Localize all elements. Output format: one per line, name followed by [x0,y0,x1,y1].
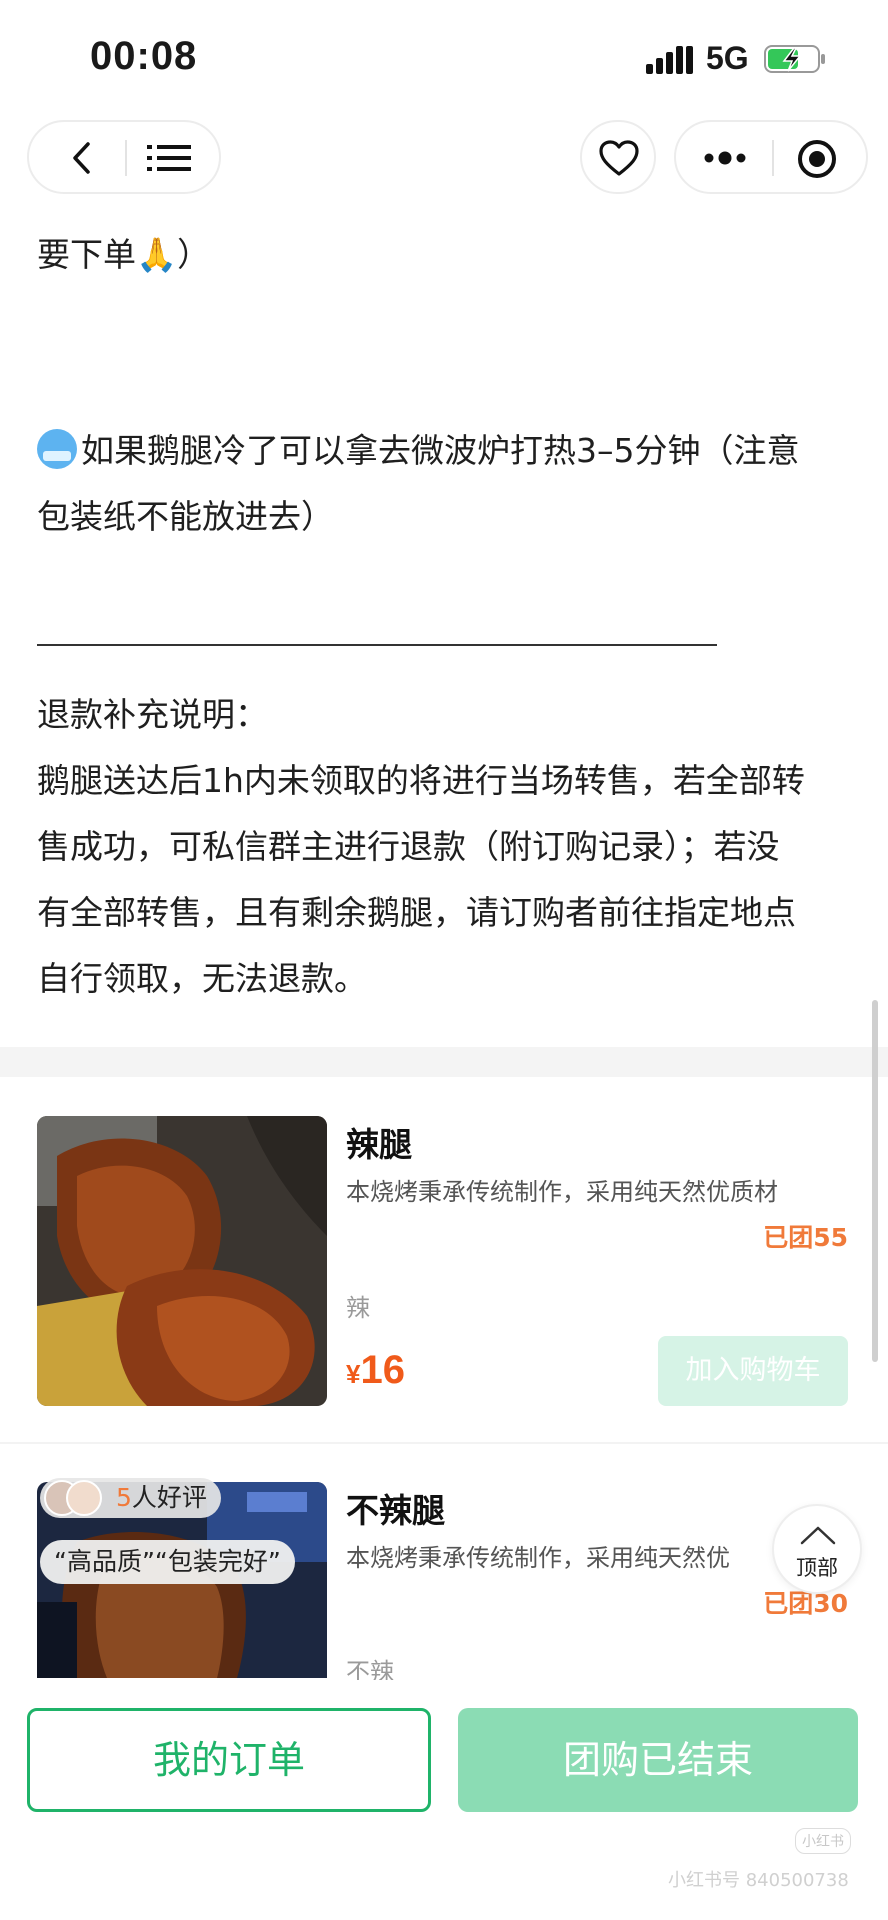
status-time: 00:08 [90,34,198,78]
battery-charging-icon [764,45,825,73]
scrollbar[interactable] [872,1000,878,1362]
product-description: 本烧烤秉承传统制作，采用纯天然优质材 [346,1178,778,1206]
currency-symbol: ¥ [346,1359,361,1389]
card-divider [0,1442,888,1444]
capsule-divider [125,140,127,176]
back-arrow-icon[interactable] [65,140,101,176]
product-image[interactable] [37,1116,327,1406]
cellular-signal-icon [646,46,693,74]
nav-capsule-right [674,120,868,194]
product-price: ¥16 [346,1348,405,1393]
reheat-note-line1: 如果鹅腿冷了可以拿去微波炉打热3–5分钟（注意 [81,431,800,470]
price-value: 16 [360,1348,405,1392]
group-buy-ended-button[interactable]: 团购已结束 [458,1708,858,1812]
close-miniprogram-icon[interactable] [796,138,838,180]
chevron-up-icon [800,1526,836,1545]
reheat-note-line2: 包装纸不能放进去） [37,497,334,536]
refund-line: 售成功，可私信群主进行退款（附订购记录）；若没 [37,827,780,866]
review-quote-badge: “高品质”“包装完好” [40,1540,295,1584]
my-orders-button[interactable]: 我的订单 [27,1708,431,1812]
review-count: 5 [116,1483,132,1512]
refund-section: 退款补充说明： 鹅腿送达后1h内未领取的将进行当场转售，若全部转 售成功，可私信… [37,682,805,1012]
refund-line: 自行领取，无法退款。 [37,959,367,998]
watermark-logo: 小红书 [795,1828,851,1854]
add-to-cart-button[interactable]: 加入购物车 [658,1336,848,1406]
menu-list-icon[interactable] [145,140,193,176]
review-suffix: 人好评 [131,1483,207,1512]
network-type: 5G [706,40,749,76]
refund-line: 有全部转售，且有剩余鹅腿，请订购者前往指定地点 [37,893,796,932]
product-name: 不辣腿 [346,1491,445,1530]
article-text: 要下单🙏） [37,235,211,274]
section-separator [0,1047,888,1077]
cold-face-icon [37,429,77,469]
avatar [66,1480,102,1516]
reheat-note: 如果鹅腿冷了可以拿去微波炉打热3–5分钟（注意 包装纸不能放进去） [37,418,800,550]
status-bar: 00:08 5G [0,0,888,118]
refund-line: 鹅腿送达后1h内未领取的将进行当场转售，若全部转 [37,761,805,800]
watermark-id: 小红书号 840500738 [668,1870,849,1891]
back-to-top-label: 顶部 [796,1556,838,1580]
nav-capsule-left [27,120,221,194]
refund-title: 退款补充说明： [37,695,268,734]
product-description: 本烧烤秉承传统制作，采用纯天然优 [346,1544,730,1572]
back-to-top-button[interactable]: 顶部 [772,1504,862,1594]
divider-line [37,644,717,646]
capsule-divider [772,140,774,176]
product-name: 辣腿 [346,1125,412,1164]
product-spec: 辣 [346,1294,370,1322]
roast-goose-leg-image [37,1116,327,1406]
article-line: 要下单🙏） [37,222,210,288]
heart-icon [599,140,639,176]
review-badge: 5人好评 [40,1478,221,1518]
favorite-button[interactable] [580,120,656,194]
product-sold-count: 已团55 [763,1223,848,1252]
bottom-action-bar: 我的订单 团购已结束 小红书 小红书号 840500738 [0,1680,888,1920]
more-options-icon[interactable] [702,148,748,168]
